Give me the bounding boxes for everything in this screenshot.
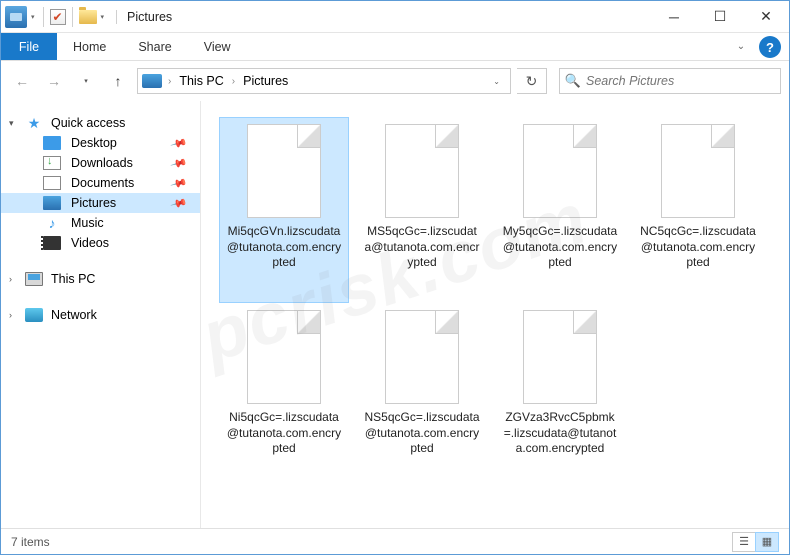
file-item[interactable]: NS5qcGc=.lizscudata@tutanota.com.encrypt… bbox=[357, 303, 487, 489]
file-item[interactable]: NC5qcGc=.lizscudata@tutanota.com.encrypt… bbox=[633, 117, 763, 303]
sidebar-item-videos[interactable]: Videos bbox=[1, 233, 200, 253]
down-icon bbox=[43, 156, 61, 170]
sidebar-item-documents[interactable]: Documents 📌 bbox=[1, 173, 200, 193]
sidebar-item-label: Documents bbox=[71, 176, 134, 190]
network-icon bbox=[25, 308, 43, 322]
properties-qat-button[interactable]: ✔ bbox=[50, 9, 66, 25]
file-thumbnail-icon bbox=[385, 124, 459, 218]
doc-icon bbox=[43, 176, 61, 190]
address-dropdown-icon[interactable]: ⌄ bbox=[487, 77, 506, 86]
forward-button[interactable]: → bbox=[41, 68, 67, 94]
file-name: My5qcGc=.lizscudata@tutanota.com.encrypt… bbox=[502, 224, 618, 271]
file-thumbnail-icon bbox=[523, 310, 597, 404]
vid-icon bbox=[43, 236, 61, 250]
quick-access-toolbar: ▾ ✔ ▾ bbox=[1, 6, 110, 28]
expand-icon[interactable]: ▾ bbox=[9, 118, 17, 129]
sidebar-item-music[interactable]: ♪ Music bbox=[1, 213, 200, 233]
sidebar-item-label: Desktop bbox=[71, 136, 117, 150]
file-thumbnail-icon bbox=[385, 310, 459, 404]
explorer-body: ▾ ★ Quick access Desktop📌Downloads📌Docum… bbox=[1, 101, 789, 528]
file-item[interactable]: Mi5qcGVn.lizscudata@tutanota.com.encrypt… bbox=[219, 117, 349, 303]
file-item[interactable]: Ni5qcGc=.lizscudata@tutanota.com.encrypt… bbox=[219, 303, 349, 489]
sidebar-quick-access[interactable]: ▾ ★ Quick access bbox=[1, 113, 200, 133]
file-thumbnail-icon bbox=[247, 310, 321, 404]
help-button[interactable]: ? bbox=[759, 36, 781, 58]
sidebar-network[interactable]: › Network bbox=[1, 305, 200, 325]
sidebar-item-label: Network bbox=[51, 308, 97, 322]
window-controls: ─ ☐ ✕ bbox=[651, 1, 789, 32]
file-name: NC5qcGc=.lizscudata@tutanota.com.encrypt… bbox=[640, 224, 756, 271]
minimize-button[interactable]: ─ bbox=[651, 1, 697, 32]
file-tab[interactable]: File bbox=[1, 33, 57, 60]
sidebar-item-desktop[interactable]: Desktop 📌 bbox=[1, 133, 200, 153]
breadcrumb-this-pc[interactable]: This PC bbox=[175, 74, 227, 88]
file-item[interactable]: ZGVza3RvcC5pbmk=.lizscudata@tutanota.com… bbox=[495, 303, 625, 489]
back-button[interactable]: ← bbox=[9, 68, 35, 94]
pc-icon bbox=[25, 272, 43, 286]
navigation-bar: ← → ▾ ↑ › This PC › Pictures ⌄ ↻ 🔍 bbox=[1, 61, 789, 101]
search-icon: 🔍 bbox=[560, 73, 586, 89]
app-menu-dropdown-icon[interactable]: ▾ bbox=[31, 13, 35, 21]
breadcrumb-chevron-icon[interactable]: › bbox=[166, 76, 173, 87]
refresh-button[interactable]: ↻ bbox=[517, 68, 547, 94]
file-thumbnail-icon bbox=[247, 124, 321, 218]
expand-icon[interactable]: › bbox=[9, 274, 17, 284]
file-thumbnail-icon bbox=[661, 124, 735, 218]
pin-icon: 📌 bbox=[170, 174, 188, 192]
pin-icon: 📌 bbox=[170, 154, 188, 172]
file-name: Mi5qcGVn.lizscudata@tutanota.com.encrypt… bbox=[226, 224, 342, 271]
tab-view[interactable]: View bbox=[188, 33, 247, 60]
up-button[interactable]: ↑ bbox=[105, 68, 131, 94]
file-thumbnail-icon bbox=[523, 124, 597, 218]
qat-separator bbox=[43, 7, 44, 27]
breadcrumb-chevron-icon[interactable]: › bbox=[230, 76, 237, 87]
pin-icon: 📌 bbox=[170, 134, 188, 152]
file-name: MS5qcGc=.lizscudata@tutanota.com.encrypt… bbox=[364, 224, 480, 271]
sidebar-item-label: Quick access bbox=[51, 116, 125, 130]
expand-icon[interactable]: › bbox=[9, 310, 17, 320]
navigation-pane: ▾ ★ Quick access Desktop📌Downloads📌Docum… bbox=[1, 101, 201, 528]
app-icon[interactable] bbox=[5, 6, 27, 28]
file-name: NS5qcGc=.lizscudata@tutanota.com.encrypt… bbox=[364, 410, 480, 457]
star-icon: ★ bbox=[25, 116, 43, 130]
search-box[interactable]: 🔍 bbox=[559, 68, 781, 94]
sidebar-item-label: Pictures bbox=[71, 196, 116, 210]
file-item[interactable]: My5qcGc=.lizscudata@tutanota.com.encrypt… bbox=[495, 117, 625, 303]
breadcrumb-pictures[interactable]: Pictures bbox=[239, 74, 292, 88]
sidebar-item-label: This PC bbox=[51, 272, 95, 286]
file-name: Ni5qcGc=.lizscudata@tutanota.com.encrypt… bbox=[226, 410, 342, 457]
thumbnails-view-button[interactable]: ▦ bbox=[755, 532, 779, 552]
sidebar-item-label: Videos bbox=[71, 236, 109, 250]
pic-icon bbox=[43, 196, 61, 210]
sidebar-item-label: Downloads bbox=[71, 156, 133, 170]
item-count: 7 items bbox=[11, 535, 50, 549]
sidebar-item-label: Music bbox=[71, 216, 104, 230]
details-view-button[interactable]: ☰ bbox=[732, 532, 756, 552]
file-name: ZGVza3RvcC5pbmk=.lizscudata@tutanota.com… bbox=[502, 410, 618, 457]
search-input[interactable] bbox=[586, 74, 780, 88]
new-folder-qat-button[interactable] bbox=[79, 10, 97, 24]
tab-share[interactable]: Share bbox=[122, 33, 187, 60]
address-bar[interactable]: › This PC › Pictures ⌄ bbox=[137, 68, 511, 94]
status-bar: 7 items ☰ ▦ bbox=[1, 528, 789, 554]
ribbon: File Home Share View ⌄ ? bbox=[1, 33, 789, 61]
file-grid[interactable]: Mi5qcGVn.lizscudata@tutanota.com.encrypt… bbox=[201, 101, 789, 528]
recent-locations-icon[interactable]: ▾ bbox=[73, 68, 99, 94]
sidebar-item-pictures[interactable]: Pictures 📌 bbox=[1, 193, 200, 213]
sidebar-this-pc[interactable]: › This PC bbox=[1, 269, 200, 289]
ribbon-expand-icon[interactable]: ⌄ bbox=[727, 33, 755, 60]
title-bar: ▾ ✔ ▾ Pictures ─ ☐ ✕ bbox=[1, 1, 789, 33]
qat-customize-icon[interactable]: ▾ bbox=[101, 13, 105, 21]
tab-home[interactable]: Home bbox=[57, 33, 122, 60]
pin-icon: 📌 bbox=[170, 194, 188, 212]
file-item[interactable]: MS5qcGc=.lizscudata@tutanota.com.encrypt… bbox=[357, 117, 487, 303]
qat-separator bbox=[72, 7, 73, 27]
mus-icon: ♪ bbox=[43, 216, 61, 230]
desk-icon bbox=[43, 136, 61, 150]
maximize-button[interactable]: ☐ bbox=[697, 1, 743, 32]
close-button[interactable]: ✕ bbox=[743, 1, 789, 32]
sidebar-item-downloads[interactable]: Downloads 📌 bbox=[1, 153, 200, 173]
location-icon bbox=[142, 74, 162, 88]
window-title: Pictures bbox=[116, 10, 172, 24]
